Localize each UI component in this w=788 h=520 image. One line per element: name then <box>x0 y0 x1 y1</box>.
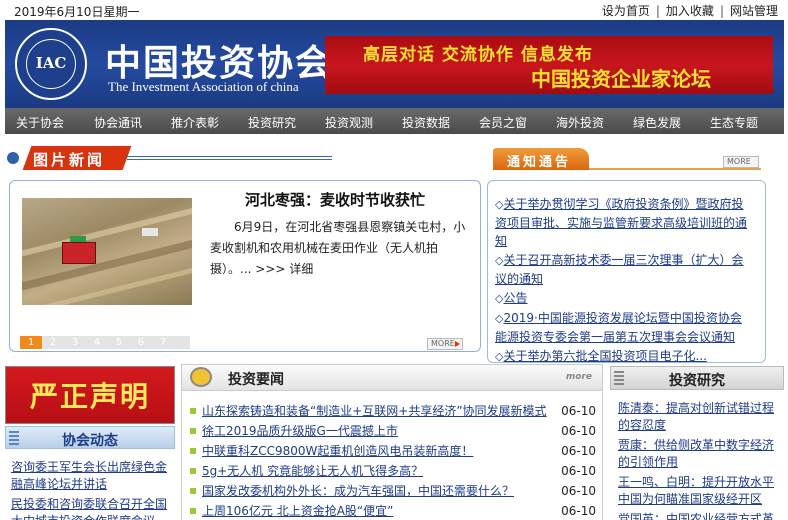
more-label: MORE <box>431 339 455 348</box>
bullet-icon <box>190 428 196 434</box>
nav-newsletter[interactable]: 协会通讯 <box>94 114 142 131</box>
picture-news-header: 图片新闻 <box>7 146 332 170</box>
nav-overseas[interactable]: 海外投资 <box>556 114 604 131</box>
current-date: 2019年6月10日星期一 <box>14 5 140 19</box>
truck <box>142 228 158 236</box>
page-6[interactable]: 6 <box>130 336 152 349</box>
list-item[interactable]: 贾康：供给侧改革中数字经济的引领作用 <box>618 437 782 471</box>
bullet-icon <box>190 488 196 494</box>
page-2[interactable]: 2 <box>42 336 64 349</box>
research-title: 投资研究 <box>669 373 725 389</box>
table-row[interactable]: 山东探索铸造和装备“制造业+互联网+共享经济”协同发展新模式 06-10 <box>190 403 598 423</box>
picture-news-box: 河北枣强：麦收时节收获忙 6月9日，在河北省枣强县恩察镇关屯村，小麦收割机和农用… <box>9 180 481 352</box>
investment-news-list: 山东探索铸造和装备“制造业+互联网+共享经济”协同发展新模式 06-10 徐工20… <box>190 403 598 520</box>
nav-ecology[interactable]: 生态专题 <box>710 114 758 131</box>
investment-news-box: 投资要闻 more 山东探索铸造和装备“制造业+互联网+共享经济”协同发展新模式… <box>181 364 603 520</box>
notice-box: ◇关于举办贯彻学习《政府投资条例》暨政府投资项目审批、实施与监管新要求高级培训班… <box>487 180 766 363</box>
news-summary: 6月9日，在河北省枣强县恩察镇关屯村，小麦收割机和农用机械在麦田作业（无人机拍摄… <box>210 217 468 280</box>
bullet-icon <box>7 152 19 164</box>
list-item[interactable]: 党国英：中国农业经营方式革 <box>618 511 782 520</box>
nav-about[interactable]: 关于协会 <box>16 114 64 131</box>
news-photo[interactable] <box>22 198 192 305</box>
page-4[interactable]: 4 <box>86 336 108 349</box>
research-header: 投资研究 <box>610 366 784 390</box>
arrow-right-icon <box>455 341 460 347</box>
list-item[interactable]: ◇2019·中国能源投资发展论坛暨中国投资协会能源投资专委会第一届第五次理事会会… <box>495 309 749 346</box>
top-bar: 2019年6月10日星期一 设为首页 | 加入收藏 | 网站管理 <box>0 0 788 20</box>
page-7[interactable]: 7 <box>152 336 174 349</box>
harvester <box>62 242 96 264</box>
table-row[interactable]: 徐工2019品质升级版G一代震撼上市 06-10 <box>190 423 598 443</box>
more-label: MORE <box>727 157 751 166</box>
page-1[interactable]: 1 <box>20 336 42 349</box>
nav-data[interactable]: 投资数据 <box>402 114 450 131</box>
news-detail-link[interactable]: >>> 详细 <box>255 262 313 276</box>
investment-news-title: 投资要闻 <box>228 372 284 388</box>
research-list: 陈清泰：提高对创新试错过程的容忍度 贾康：供给侧改革中数字经济的引领作用 王一鸣… <box>618 400 782 520</box>
logo-english-name: The Investment Association of china <box>108 79 299 94</box>
title-divider <box>127 156 332 160</box>
statement-banner[interactable]: 严正声明 <box>5 366 175 424</box>
logo-abbr: IAC <box>35 54 67 72</box>
list-item[interactable]: 咨询委王军生会长出席绿色金融高峰论坛并讲话 <box>11 459 171 493</box>
table-row[interactable]: 5g+无人机 究竟能够让无人机飞得多高？ 06-10 <box>190 463 598 483</box>
notice-title: 通知通告 <box>507 155 572 170</box>
investment-news-header: 投资要闻 more <box>182 365 602 391</box>
nav-members[interactable]: 会员之窗 <box>479 114 527 131</box>
picture-news-more-button[interactable]: MORE <box>427 338 463 350</box>
nav-research[interactable]: 投资研究 <box>248 114 296 131</box>
news-headline[interactable]: 河北枣强：麦收时节收获忙 <box>195 189 475 210</box>
table-row[interactable]: 中联重科ZCC9800W起重机创造风电吊装新高度！ 06-10 <box>190 443 598 463</box>
page-3[interactable]: 3 <box>64 336 86 349</box>
picture-news-title: 图片新闻 <box>33 151 106 169</box>
main-nav: 关于协会 协会通讯 推介表彰 投资研究 投资观测 投资数据 会员之窗 海外投资 … <box>5 108 784 134</box>
logo-seal[interactable]: IAC <box>15 28 87 100</box>
magnifier-icon <box>190 367 212 387</box>
list-item[interactable]: ◇关于召开高新技术委一届三次理事（扩大）会议的通知 <box>495 251 749 288</box>
notice-list: ◇关于举办贯彻学习《政府投资条例》暨政府投资项目审批、实施与监管新要求高级培训班… <box>495 195 749 362</box>
page-5[interactable]: 5 <box>108 336 130 349</box>
bullet-icon <box>190 408 196 414</box>
add-favorite-link[interactable]: 加入收藏 <box>666 4 714 18</box>
list-item[interactable]: ◇公告 <box>495 289 749 308</box>
association-news-title: 协会动态 <box>62 433 118 449</box>
table-row[interactable]: 上周106亿元 北上资金抢A股“便宜” 06-10 <box>190 503 598 520</box>
slide-pager: 1 2 3 4 5 6 7 <box>20 336 190 349</box>
list-item[interactable]: 陈清泰：提高对创新试错过程的容忍度 <box>618 400 782 434</box>
bullet-icon <box>190 448 196 454</box>
list-item[interactable]: ◇关于举办第六批全国投资项目电子化... <box>495 347 749 362</box>
nav-observation[interactable]: 投资观测 <box>325 114 373 131</box>
forum-banner[interactable]: 高层对话 交流协作 信息发布 中国投资企业家论坛 <box>325 36 773 94</box>
table-row[interactable]: 国家发改委机构外外长：成为汽车强国，中国还需要什么？ 06-10 <box>190 483 598 503</box>
list-item[interactable]: 王一鸣、白明：提升开放水平 中国为何瞄准国家级经开区 <box>618 474 782 508</box>
banner-forum-name: 中国投资企业家论坛 <box>531 67 711 91</box>
news-body-text: 6月9日，在河北省枣强县恩察镇关屯村，小麦收割机和农用机械在麦田作业（无人机拍摄… <box>210 220 466 276</box>
investment-news-more-link[interactable]: more <box>566 372 592 382</box>
notice-header: 通知通告 MORE <box>493 146 763 172</box>
site-admin-link[interactable]: 网站管理 <box>730 4 778 18</box>
nav-green[interactable]: 绿色发展 <box>633 114 681 131</box>
notice-more-button[interactable]: MORE <box>723 156 759 168</box>
title-divider <box>589 168 761 170</box>
top-links: 设为首页 | 加入收藏 | 网站管理 <box>601 4 778 18</box>
list-item[interactable]: ◇关于举办贯彻学习《政府投资条例》暨政府投资项目审批、实施与监管新要求高级培训班… <box>495 195 749 250</box>
set-homepage-link[interactable]: 设为首页 <box>602 4 650 18</box>
bullet-icon <box>190 508 196 514</box>
association-news-header: 协会动态 <box>5 426 175 449</box>
statement-label: 严正声明 <box>29 380 150 413</box>
site-header: IAC 中国投资协会 The Investment Association of… <box>5 20 784 108</box>
association-news-list: 咨询委王军生会长出席绿色金融高峰论坛并讲话 民投委和咨询委联合召开全国大中城市投… <box>11 459 171 520</box>
banner-slogan: 高层对话 交流协作 信息发布 <box>363 45 593 65</box>
bullet-icon <box>190 468 196 474</box>
list-item[interactable]: 民投委和咨询委联合召开全国大中城市投资合作联席会议 <box>11 496 171 520</box>
nav-awards[interactable]: 推介表彰 <box>171 114 219 131</box>
